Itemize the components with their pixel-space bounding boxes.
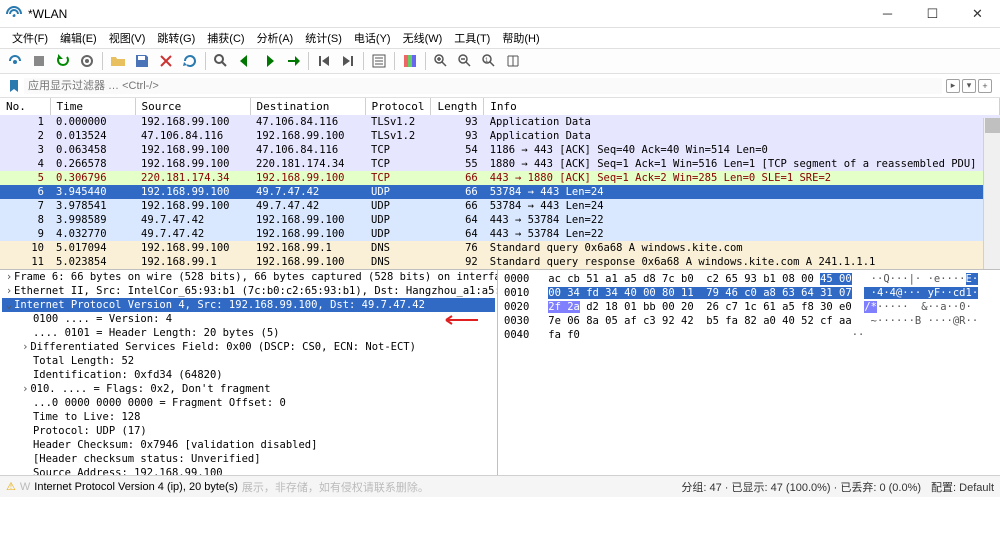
maximize-button[interactable]: ☐ [910, 0, 955, 28]
col-dest[interactable]: Destination [250, 98, 365, 115]
packet-list[interactable]: No. Time Source Destination Protocol Len… [0, 98, 1000, 270]
table-row[interactable]: 50.306796220.181.174.34192.168.99.100TCP… [0, 171, 1000, 185]
menu-edit[interactable]: 编辑(E) [54, 28, 103, 48]
menu-analyze[interactable]: 分析(A) [251, 28, 300, 48]
status-bar: ⚠ W Internet Protocol Version 4 (ip), 20… [0, 475, 1000, 497]
table-row[interactable]: 20.01352447.106.84.116192.168.99.100TLSv… [0, 129, 1000, 143]
go-to-packet-icon[interactable] [282, 50, 304, 72]
close-file-icon[interactable] [155, 50, 177, 72]
packet-details[interactable]: ›Frame 6: 66 bytes on wire (528 bits), 6… [0, 270, 498, 475]
toolbar: 1 [0, 48, 1000, 74]
hex-dump[interactable]: 0000 ac cb 51 a1 a5 d8 7c b0 c2 65 93 b1… [498, 270, 1000, 475]
resize-columns-icon[interactable] [502, 50, 524, 72]
col-source[interactable]: Source [135, 98, 250, 115]
menu-go[interactable]: 跳转(G) [151, 28, 201, 48]
table-row[interactable]: 63.945440192.168.99.10049.7.47.42UDP6653… [0, 185, 1000, 199]
window-title: *WLAN [28, 7, 865, 21]
packet-rows[interactable]: 10.000000192.168.99.10047.106.84.116TLSv… [0, 115, 1000, 270]
capture-options-icon[interactable] [76, 50, 98, 72]
status-selection: Internet Protocol Version 4 (ip), 20 byt… [34, 481, 238, 493]
reload-icon[interactable] [179, 50, 201, 72]
first-packet-icon[interactable] [313, 50, 335, 72]
close-button[interactable]: ✕ [955, 0, 1000, 28]
warning-icon[interactable]: ⚠ [6, 480, 16, 493]
table-row[interactable]: 115.023854192.168.99.1192.168.99.100DNS9… [0, 255, 1000, 269]
table-row[interactable]: 83.99858949.7.47.42192.168.99.100UDP6444… [0, 213, 1000, 227]
titlebar: *WLAN ─ ☐ ✕ [0, 0, 1000, 28]
table-row[interactable]: 40.266578192.168.99.100220.181.174.34TCP… [0, 157, 1000, 171]
bookmark-icon[interactable] [4, 79, 24, 93]
col-length[interactable]: Length [431, 98, 484, 115]
table-row[interactable]: 105.017094192.168.99.100192.168.99.1DNS7… [0, 241, 1000, 255]
open-file-icon[interactable] [107, 50, 129, 72]
menu-telephony[interactable]: 电话(Y) [348, 28, 397, 48]
go-forward-icon[interactable] [258, 50, 280, 72]
col-protocol[interactable]: Protocol [365, 98, 431, 115]
table-row[interactable]: 30.063458192.168.99.10047.106.84.116TCP5… [0, 143, 1000, 157]
col-no[interactable]: No. [0, 98, 50, 115]
start-capture-icon[interactable] [4, 50, 26, 72]
auto-scroll-icon[interactable] [368, 50, 390, 72]
find-packet-icon[interactable] [210, 50, 232, 72]
col-info[interactable]: Info [484, 98, 1000, 115]
restart-capture-icon[interactable] [52, 50, 74, 72]
menu-tools[interactable]: 工具(T) [448, 28, 496, 48]
zoom-reset-icon[interactable]: 1 [478, 50, 500, 72]
menu-view[interactable]: 视图(V) [103, 28, 152, 48]
filter-apply-icon[interactable]: ▸ [946, 79, 960, 93]
status-packets: 分组: 47 · 已显示: 47 (100.0%) · 已丢弃: 0 (0.0%… [681, 479, 921, 495]
packet-list-scrollbar[interactable] [983, 118, 1000, 269]
zoom-in-icon[interactable] [430, 50, 452, 72]
menu-help[interactable]: 帮助(H) [496, 28, 545, 48]
minimize-button[interactable]: ─ [865, 0, 910, 28]
status-profile[interactable]: 配置: Default [931, 479, 994, 495]
display-filter-input[interactable] [24, 78, 942, 94]
table-row[interactable]: 10.000000192.168.99.10047.106.84.116TLSv… [0, 115, 1000, 129]
table-row[interactable]: 94.03277049.7.47.42192.168.99.100UDP6444… [0, 227, 1000, 241]
zoom-out-icon[interactable] [454, 50, 476, 72]
menubar: 文件(F) 编辑(E) 视图(V) 跳转(G) 捕获(C) 分析(A) 统计(S… [0, 28, 1000, 48]
save-file-icon[interactable] [131, 50, 153, 72]
filter-dropdown-icon[interactable]: ▾ [962, 79, 976, 93]
menu-capture[interactable]: 捕获(C) [201, 28, 250, 48]
col-time[interactable]: Time [50, 98, 135, 115]
go-back-icon[interactable] [234, 50, 256, 72]
menu-statistics[interactable]: 统计(S) [299, 28, 348, 48]
annotation-arrow-icon [440, 313, 480, 327]
table-row[interactable]: 73.978541192.168.99.10049.7.47.42UDP6653… [0, 199, 1000, 213]
menu-file[interactable]: 文件(F) [6, 28, 54, 48]
stop-capture-icon[interactable] [28, 50, 50, 72]
last-packet-icon[interactable] [337, 50, 359, 72]
filter-add-icon[interactable]: + [978, 79, 992, 93]
app-icon [6, 6, 22, 22]
filter-bar: ▸ ▾ + [0, 74, 1000, 98]
menu-wireless[interactable]: 无线(W) [397, 28, 449, 48]
colorize-icon[interactable] [399, 50, 421, 72]
